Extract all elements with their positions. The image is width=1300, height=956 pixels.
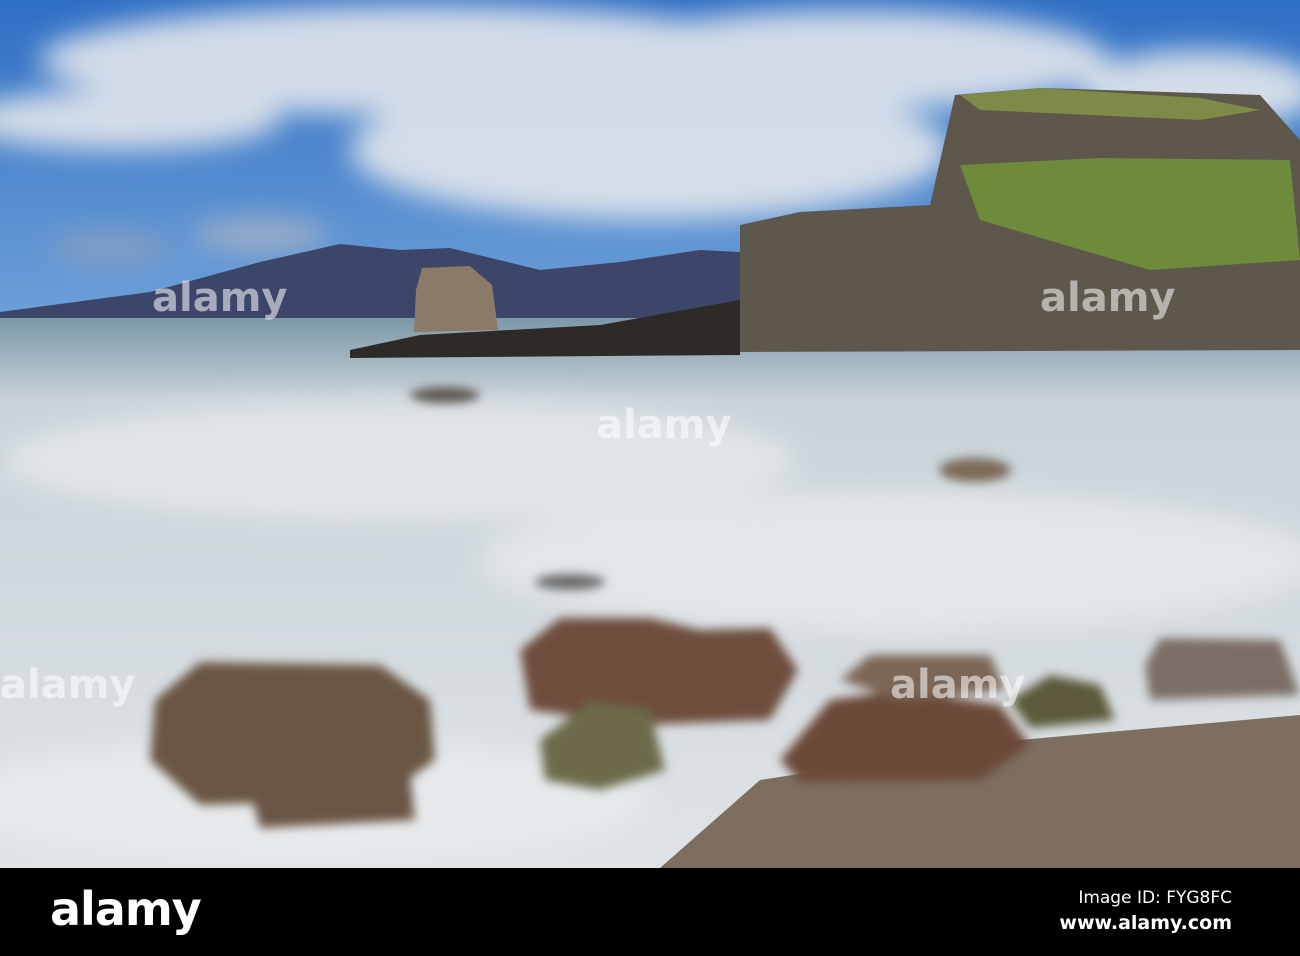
watermark: alamy (152, 275, 288, 321)
watermark: alamy (0, 662, 136, 708)
website-link[interactable]: www.alamy.com (1059, 912, 1232, 934)
watermark: alamy (890, 662, 1026, 708)
alamy-logo: alamy (50, 882, 202, 936)
watermark: alamy (1040, 275, 1176, 321)
stock-photo-page: alamy alamy alamy alamy alamy alamy Imag… (0, 0, 1300, 956)
footer-bar: alamy Image ID: FYG8FC www.alamy.com (0, 868, 1300, 956)
image-id: Image ID: FYG8FC (1078, 888, 1232, 908)
watermark: alamy (596, 402, 732, 448)
